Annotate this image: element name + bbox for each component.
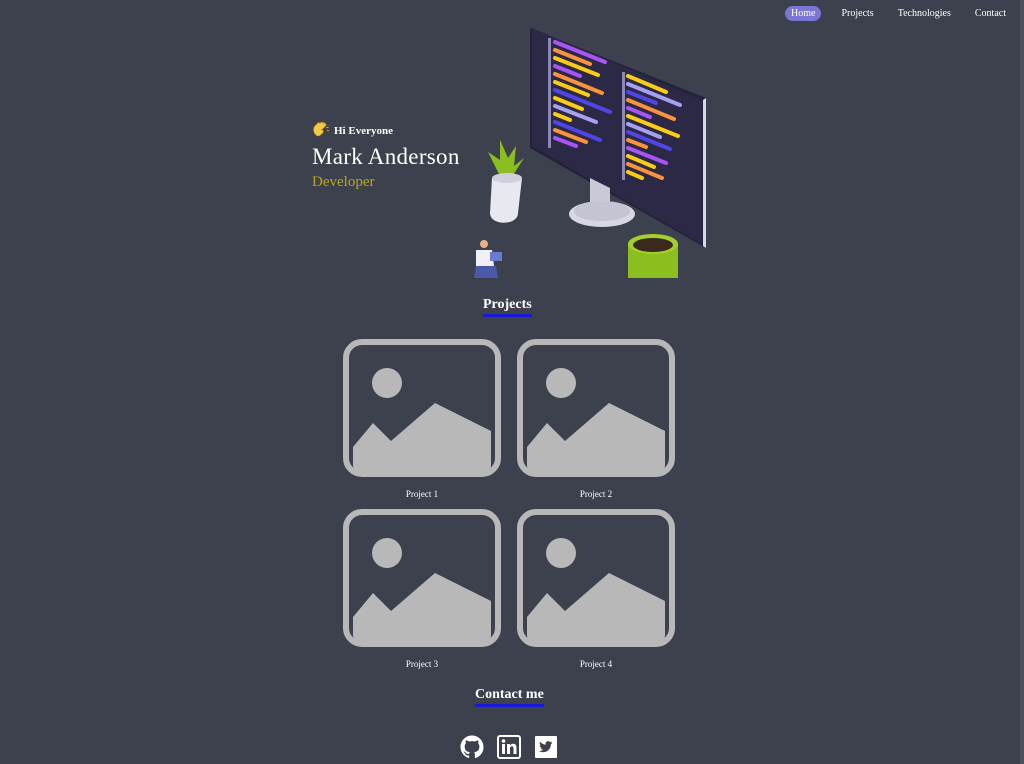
contact-heading: Contact me <box>475 687 544 707</box>
contact-heading-text: Contact me <box>475 687 544 702</box>
scrollbar-thumb[interactable] <box>1020 0 1024 764</box>
nav-projects[interactable]: Projects <box>837 6 877 21</box>
project-label: Project 4 <box>579 659 613 669</box>
waving-hand-icon <box>312 121 330 140</box>
project-card[interactable]: Project 3 <box>343 509 501 673</box>
project-card[interactable]: Project 2 <box>517 339 675 503</box>
nav-technologies[interactable]: Technologies <box>894 6 955 21</box>
image-placeholder-icon <box>343 509 501 647</box>
vertical-scrollbar[interactable] <box>1020 0 1024 764</box>
nav-contact[interactable]: Contact <box>971 6 1010 21</box>
image-placeholder-icon <box>343 339 501 477</box>
image-placeholder-icon <box>517 339 675 477</box>
project-label: Project 3 <box>405 659 439 669</box>
github-icon[interactable] <box>460 735 484 759</box>
greeting-text: Hi Everyone <box>334 124 393 137</box>
hero-name: Mark Anderson <box>312 144 460 169</box>
contact-heading-underline <box>475 704 544 707</box>
projects-heading-underline <box>483 314 532 317</box>
image-placeholder-icon <box>517 509 675 647</box>
project-card[interactable]: Project 1 <box>343 339 501 503</box>
greeting: Hi Everyone <box>312 121 460 140</box>
project-label: Project 1 <box>405 489 439 499</box>
twitter-icon[interactable] <box>534 735 558 759</box>
projects-grid: Project 1 Project 2 Project 3 Project 4 <box>343 339 675 673</box>
projects-heading: Projects <box>483 297 532 317</box>
nav-home[interactable]: Home <box>785 6 822 21</box>
developer-illustration <box>470 28 710 278</box>
project-label: Project 2 <box>579 489 613 499</box>
project-card[interactable]: Project 4 <box>517 509 675 673</box>
top-navigation: Home Projects Technologies Contact <box>785 6 1010 21</box>
social-links <box>460 735 558 759</box>
hero-intro: Hi Everyone Mark Anderson Developer <box>312 121 460 191</box>
hero-role: Developer <box>312 174 375 190</box>
linkedin-icon[interactable] <box>497 735 521 759</box>
projects-heading-text: Projects <box>483 297 532 312</box>
